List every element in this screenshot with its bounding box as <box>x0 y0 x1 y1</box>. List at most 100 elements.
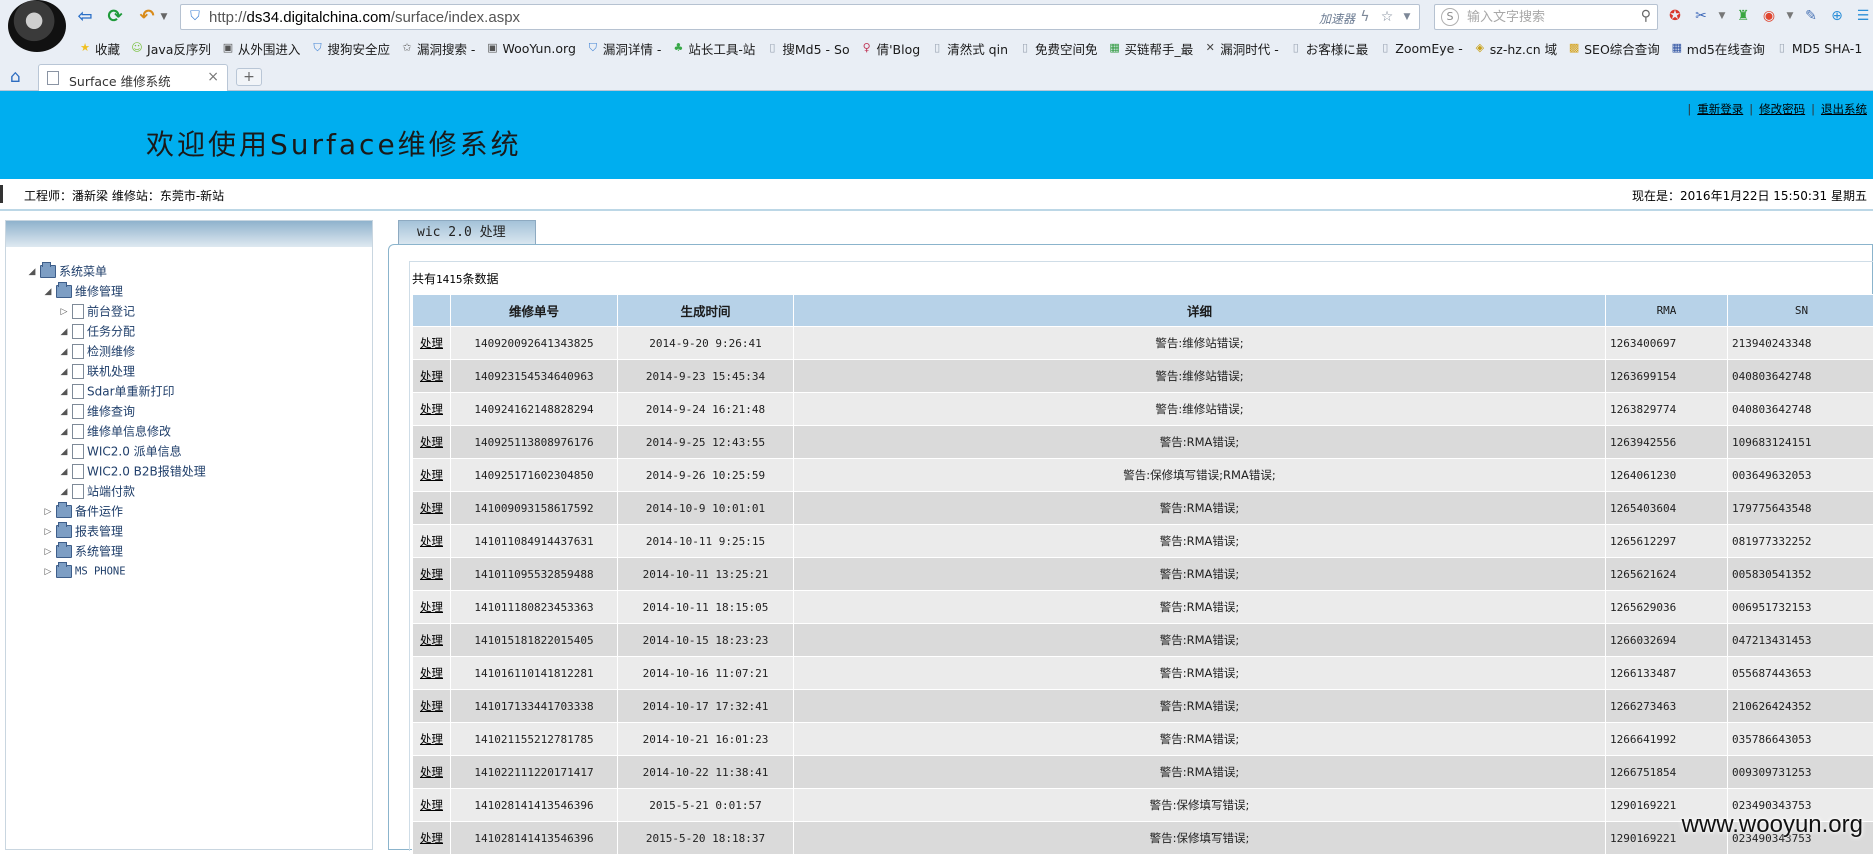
expanded-arrow-icon[interactable]: ◢ <box>58 422 70 442</box>
expanded-arrow-icon[interactable]: ◢ <box>58 442 70 462</box>
accelerator-label[interactable]: 加速器 <box>1319 10 1355 27</box>
menu-icon[interactable]: ☰ <box>1854 7 1872 25</box>
tree-item-label[interactable]: 检测维修 <box>87 345 135 359</box>
column-header-order[interactable]: 维修单号 <box>451 295 618 327</box>
search-box[interactable]: S ⚲ <box>1434 4 1658 30</box>
tree-folder-item[interactable]: ◢ 维修管理 <box>26 281 206 301</box>
expanded-arrow-icon[interactable]: ◢ <box>58 462 70 482</box>
wrench-icon[interactable]: ✎ <box>1802 7 1820 25</box>
tree-folder-item[interactable]: ▷MS PHONE <box>26 561 206 581</box>
bookmark-item[interactable]: ▦md5在线查询 <box>1666 38 1771 58</box>
tree-menu-item[interactable]: ◢任务分配 <box>26 321 206 341</box>
bookmark-item[interactable]: ▣从外围进入 <box>217 38 307 58</box>
process-link[interactable]: 处理 <box>420 369 443 383</box>
change-password-link[interactable]: 修改密码 <box>1759 102 1805 116</box>
extension-icon[interactable]: ✪ <box>1666 7 1684 25</box>
user-avatar[interactable] <box>8 0 66 52</box>
process-link[interactable]: 处理 <box>420 402 443 416</box>
weibo-icon[interactable]: ◉ <box>1760 7 1778 25</box>
expanded-arrow-icon[interactable]: ◢ <box>42 282 54 302</box>
column-header-rma[interactable]: RMA <box>1606 295 1728 327</box>
tree-item-label[interactable]: 任务分配 <box>87 325 135 339</box>
tree-folder-item[interactable]: ▷系统管理 <box>26 541 206 561</box>
tree-folder-item[interactable]: ◢ 系统菜单 <box>26 261 206 281</box>
process-link[interactable]: 处理 <box>420 600 443 614</box>
tree-item-label[interactable]: Sdar单重新打印 <box>87 385 175 399</box>
column-header-detail[interactable]: 详细 <box>794 295 1606 327</box>
bookmark-item[interactable]: ▯ZoomEye - <box>1374 38 1469 58</box>
lightning-icon[interactable]: ϟ <box>1357 8 1373 26</box>
bookmark-item[interactable]: ♀倩'Blog <box>856 38 927 58</box>
bookmark-item[interactable]: ▯免费空间免 <box>1014 38 1104 58</box>
tree-menu-item[interactable]: ◢WIC2.0 B2B报错处理 <box>26 461 206 481</box>
undo-icon[interactable]: ↶ <box>136 6 158 28</box>
tree-item-label[interactable]: 维修单信息修改 <box>87 425 171 439</box>
bookmark-item[interactable]: ▯お客様に最 <box>1285 38 1375 58</box>
process-link[interactable]: 处理 <box>420 501 443 515</box>
process-link[interactable]: 处理 <box>420 732 443 746</box>
tree-item-label[interactable]: 系统菜单 <box>59 265 107 279</box>
bookmark-item[interactable]: ☺Java反序列 <box>126 38 217 58</box>
zoom-icon[interactable]: ⊕ <box>1828 7 1846 25</box>
expanded-arrow-icon[interactable]: ◢ <box>58 342 70 362</box>
home-icon[interactable]: ⌂ <box>10 67 21 87</box>
tree-menu-item[interactable]: ◢联机处理 <box>26 361 206 381</box>
tree-item-label[interactable]: 前台登记 <box>87 305 135 319</box>
expanded-arrow-icon[interactable]: ◢ <box>58 382 70 402</box>
bookmark-item[interactable]: ▦买链帮手_最 <box>1104 38 1200 58</box>
tree-folder-item[interactable]: ▷备件运作 <box>26 501 206 521</box>
tree-item-label[interactable]: 维修查询 <box>87 405 135 419</box>
tree-item-label[interactable]: 维修管理 <box>75 285 123 299</box>
tab-wic-process[interactable]: wic 2.0 处理 <box>398 220 536 244</box>
search-icon[interactable]: ⚲ <box>1641 8 1651 24</box>
refresh-icon[interactable]: ⟳ <box>104 6 126 28</box>
star-outline-icon[interactable]: ☆ <box>1379 8 1395 26</box>
tree-menu-item[interactable]: ◢ 检测维修 <box>26 341 206 361</box>
tree-menu-item[interactable]: ▷ 前台登记 <box>26 301 206 321</box>
tree-menu-item[interactable]: ◢站端付款 <box>26 481 206 501</box>
bookmark-item[interactable]: ▯清然式 qin <box>926 38 1014 58</box>
chevron-down-icon[interactable]: ▼ <box>1399 8 1415 26</box>
process-link[interactable]: 处理 <box>420 765 443 779</box>
tree-item-label[interactable]: MS PHONE <box>75 566 126 578</box>
tree-menu-item[interactable]: ◢ 维修单信息修改 <box>26 421 206 441</box>
expanded-arrow-icon[interactable]: ◢ <box>26 262 38 282</box>
collapsed-arrow-icon[interactable]: ▷ <box>58 302 70 322</box>
process-link[interactable]: 处理 <box>420 336 443 350</box>
bookmark-item[interactable]: ▣WooYun.org <box>481 38 581 58</box>
chevron-down-icon[interactable]: ▼ <box>1786 7 1794 25</box>
process-link[interactable]: 处理 <box>420 633 443 647</box>
process-link[interactable]: 处理 <box>420 567 443 581</box>
collapsed-arrow-icon[interactable]: ▷ <box>42 522 54 542</box>
close-icon[interactable]: × <box>207 69 219 85</box>
tree-item-label[interactable]: 联机处理 <box>87 365 135 379</box>
search-engine-icon[interactable]: S <box>1441 8 1459 26</box>
process-link[interactable]: 处理 <box>420 798 443 812</box>
tree-item-label[interactable]: WIC2.0 派单信息 <box>87 445 182 459</box>
tree-menu-item[interactable]: ◢ 维修查询 <box>26 401 206 421</box>
bookmark-item[interactable]: ♣站长工具-站 <box>667 38 761 58</box>
expanded-arrow-icon[interactable]: ◢ <box>58 402 70 422</box>
collapsed-arrow-icon[interactable]: ▷ <box>42 502 54 522</box>
tab-surface[interactable]: Surface 维修系统 × <box>38 64 228 91</box>
new-tab-button[interactable]: + <box>236 68 262 86</box>
tree-item-label[interactable]: 系统管理 <box>75 545 123 559</box>
tree-menu-item[interactable]: ◢ WIC2.0 派单信息 <box>26 441 206 461</box>
logout-link[interactable]: 退出系统 <box>1821 102 1867 116</box>
bookmark-item[interactable]: ▩SEO综合查询 <box>1563 38 1666 58</box>
process-link[interactable]: 处理 <box>420 666 443 680</box>
process-link[interactable]: 处理 <box>420 699 443 713</box>
scissors-icon[interactable]: ✂ <box>1692 7 1710 25</box>
bookmark-item[interactable]: ▯MD5 SHA-1 <box>1771 38 1868 58</box>
bookmark-item[interactable]: ◈sz-hz.cn 域 <box>1469 38 1563 58</box>
bookmark-item[interactable]: ✩漏洞搜索 - <box>396 38 481 58</box>
url-text[interactable]: http://ds34.digitalchina.com/surface/ind… <box>209 9 520 26</box>
bookmark-item[interactable]: ▯搜Md5 - So <box>761 38 855 58</box>
tree-item-label[interactable]: 站端付款 <box>87 485 135 499</box>
process-link[interactable]: 处理 <box>420 468 443 482</box>
relogin-link[interactable]: 重新登录 <box>1697 102 1743 116</box>
game-icon[interactable]: ♜ <box>1734 7 1752 25</box>
back-arrow-icon[interactable]: ⇦ <box>74 6 96 28</box>
column-header-sn[interactable]: SN <box>1728 295 1873 327</box>
address-bar[interactable]: ⛉ http://ds34.digitalchina.com/surface/i… <box>180 4 1420 30</box>
